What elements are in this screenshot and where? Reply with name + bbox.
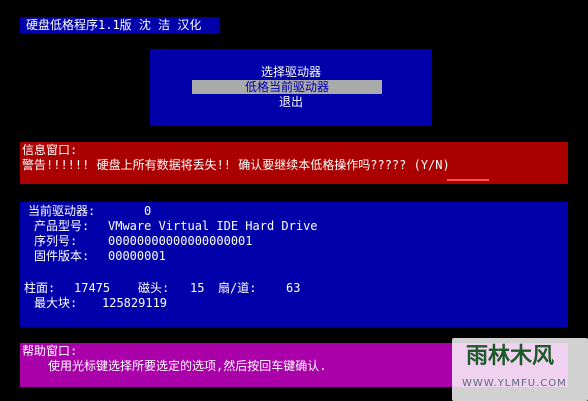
- cylinders-label: 柱面:: [24, 281, 56, 295]
- watermark-url-text: WWW.YLMFU.COM: [462, 378, 567, 389]
- sectors-value: 63: [286, 281, 301, 295]
- heads-label: 磁头:: [138, 281, 170, 295]
- current-drive-label: 当前驱动器:: [28, 204, 96, 218]
- menu-item-lowformat-drive[interactable]: 低格当前驱动器: [192, 80, 382, 94]
- firmware-value: 00000001: [108, 249, 166, 263]
- sectors-label: 扇/道:: [218, 281, 257, 295]
- model-label: 产品型号:: [34, 219, 90, 233]
- maxblock-value: 125829119: [102, 296, 168, 310]
- cylinders-value: 17475: [74, 281, 111, 295]
- info-window-title: 信息窗口:: [22, 143, 78, 157]
- current-drive-value: 0: [144, 204, 152, 218]
- main-menu: 选择驱动器 低格当前驱动器 退出: [150, 49, 432, 126]
- info-window: 信息窗口: 警告!!!!!! 硬盘上所有数据将丢失!! 确认要继续本低格操作吗?…: [20, 142, 568, 184]
- firmware-label: 固件版本:: [34, 249, 90, 263]
- help-window-title: 帮助窗口:: [22, 344, 78, 358]
- model-value: VMware Virtual IDE Hard Drive: [108, 219, 318, 233]
- window-title: 硬盘低格程序1.1版 沈 洁 汉化: [20, 17, 220, 34]
- serial-label: 序列号:: [34, 234, 78, 248]
- drive-info-window: 当前驱动器: 0 产品型号: VMware Virtual IDE Hard D…: [20, 202, 568, 327]
- heads-value: 15: [190, 281, 205, 295]
- menu-item-select-drive[interactable]: 选择驱动器: [150, 65, 432, 79]
- maxblock-label: 最大块:: [34, 296, 78, 310]
- help-instructions: 使用光标键选择所要选定的选项,然后按回车键确认.: [48, 359, 327, 373]
- format-warning-prompt: 警告!!!!!! 硬盘上所有数据将丢失!! 确认要继续本低格操作吗????? (…: [22, 158, 450, 172]
- input-cursor: [447, 179, 489, 181]
- watermark-brand-text: 雨林木风: [466, 343, 555, 369]
- site-watermark-logo: 雨林木风 WWW.YLMFU.COM: [452, 338, 588, 401]
- menu-item-exit[interactable]: 退出: [150, 95, 432, 109]
- serial-value: 00000000000000000001: [108, 234, 253, 248]
